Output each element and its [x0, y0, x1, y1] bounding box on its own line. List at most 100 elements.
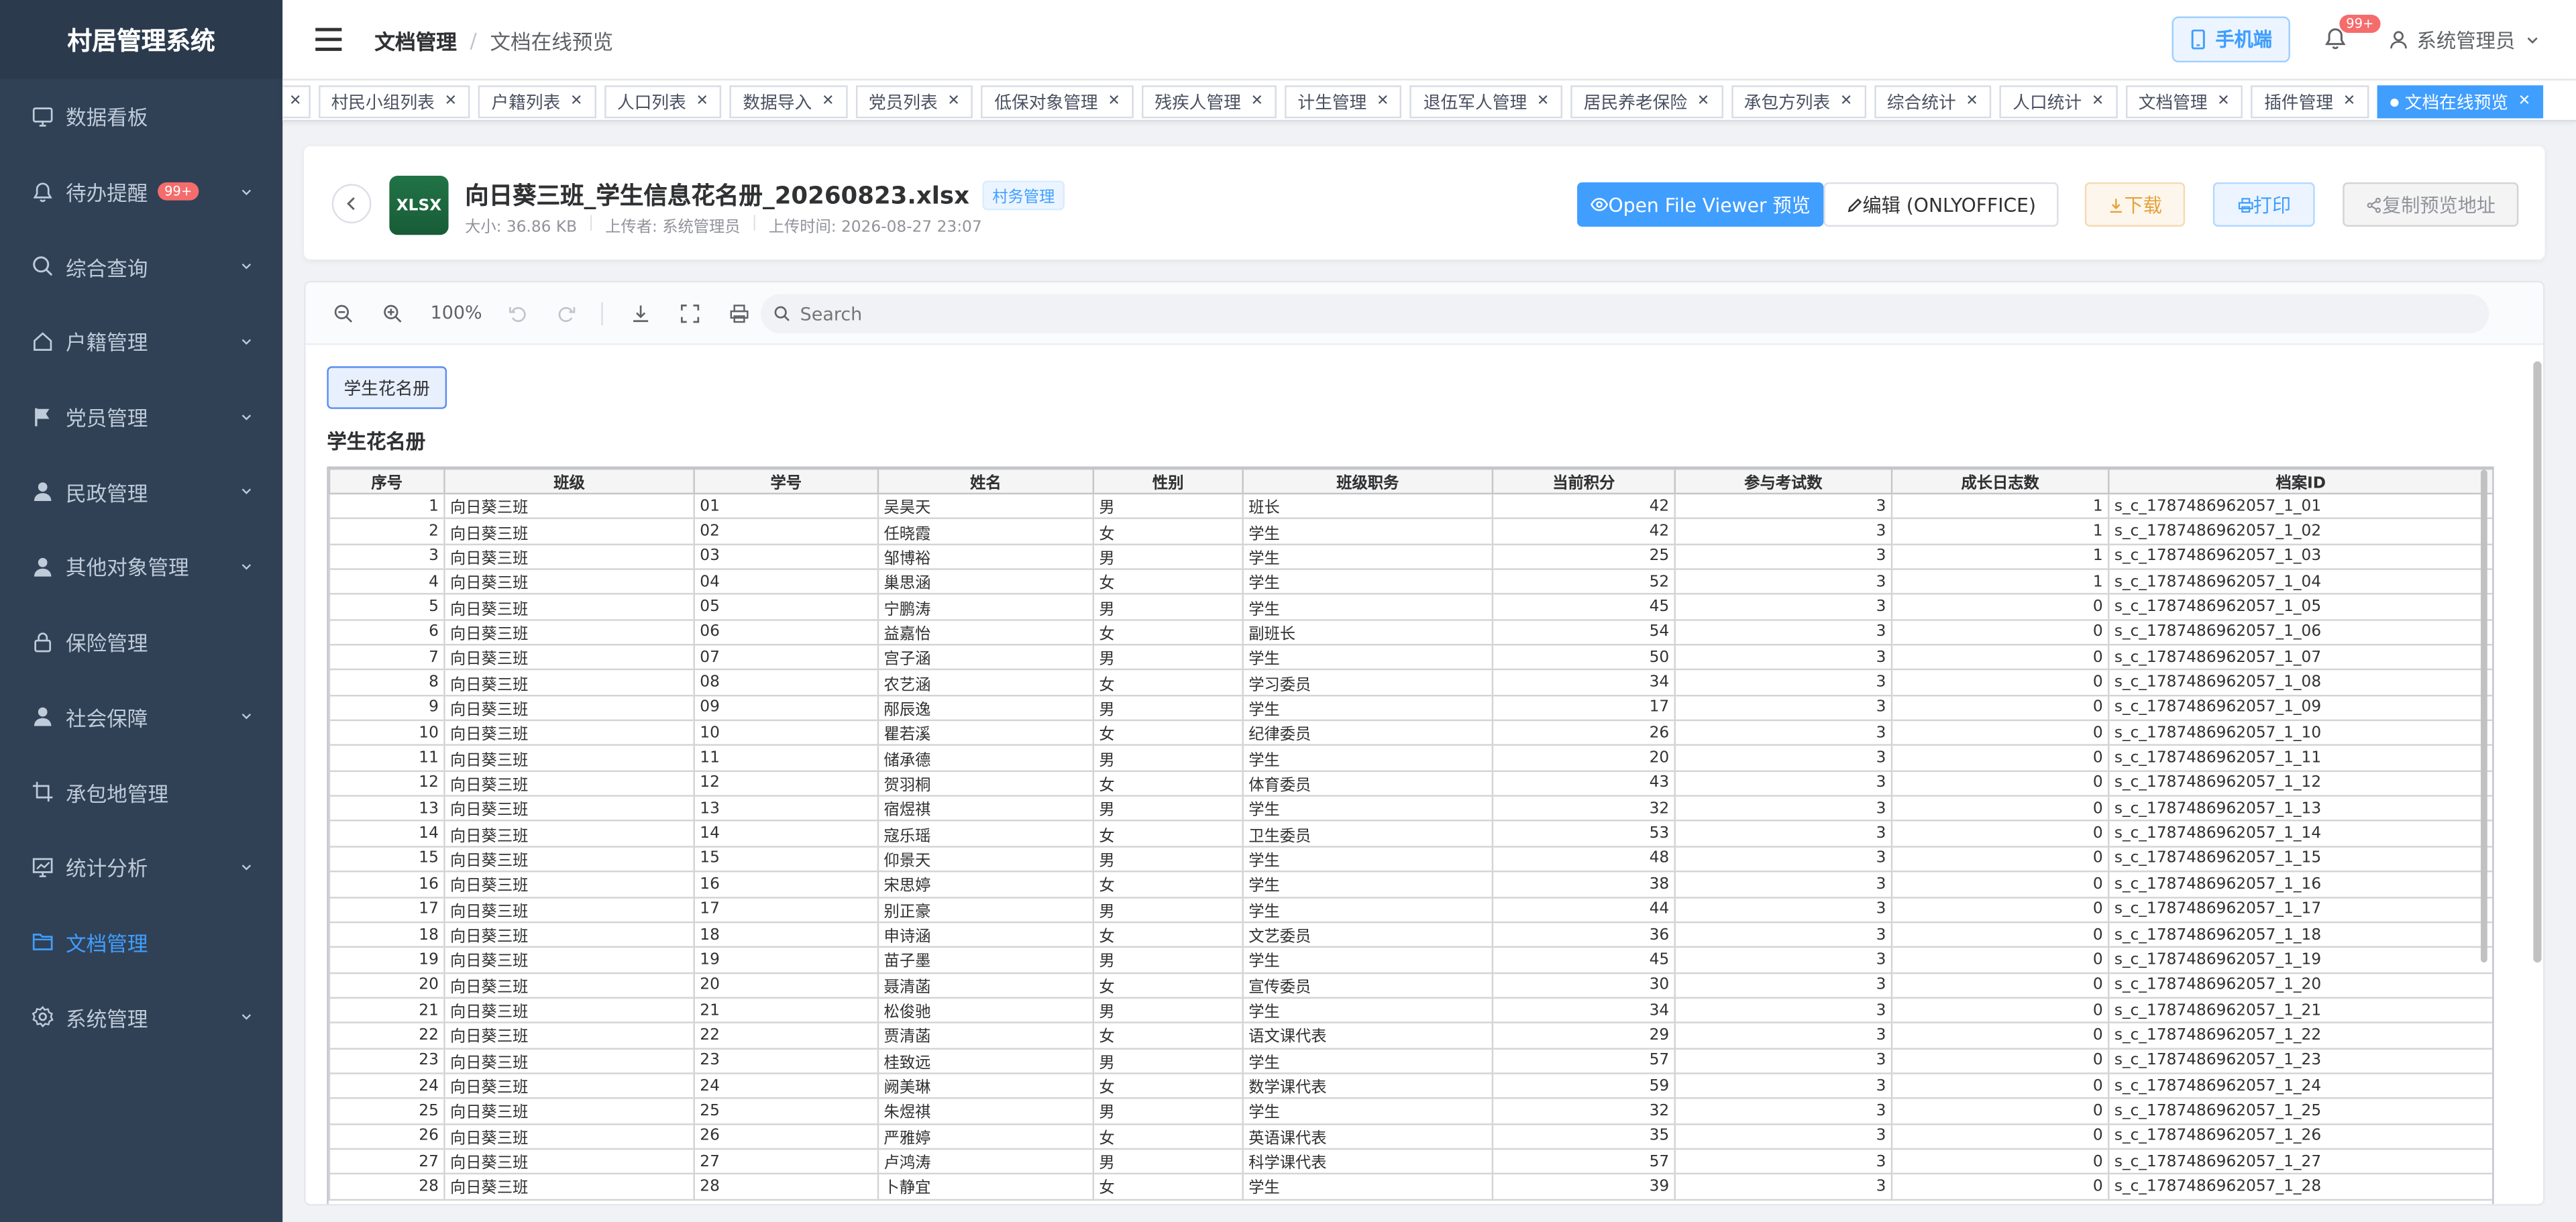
table-cell[interactable]: 39 [1491, 1173, 1676, 1201]
table-cell[interactable]: 邴辰逸 [877, 694, 1095, 722]
table-cell[interactable]: 学生 [1242, 644, 1494, 671]
table-cell[interactable]: 38 [1491, 871, 1676, 898]
table-cell[interactable]: 3 [1674, 1148, 1893, 1175]
table-row[interactable]: 25 向日葵三班 25 朱煜祺男学生 32 3 0 s_c_1787486962057_1_2… [328, 1097, 2493, 1125]
table-cell[interactable]: 0 [1890, 1021, 2110, 1049]
table-cell[interactable]: 45 [1491, 946, 1676, 974]
table-cell[interactable]: 女 [1092, 1021, 1244, 1049]
table-cell[interactable]: 1 [1890, 492, 2110, 520]
zoom-in-icon[interactable] [381, 301, 404, 324]
table-row[interactable]: 10 向日葵三班 10 瞿若溪女纪律委员 26 3 0 s_c_1787486962057_1… [328, 719, 2493, 746]
table-cell[interactable]: 男 [1092, 593, 1244, 621]
table-cell[interactable]: 5 [328, 593, 445, 621]
hamburger-icon[interactable] [315, 27, 342, 51]
table-cell[interactable]: 3 [1674, 1123, 1893, 1150]
table-cell[interactable]: 宣传委员 [1242, 971, 1494, 999]
table-cell[interactable]: s_c_1787486962057_1_15 [2108, 845, 2493, 873]
table-cell[interactable]: 女 [1092, 719, 1244, 746]
table-cell[interactable]: 男 [1092, 795, 1244, 822]
table-cell[interactable]: 学生 [1242, 997, 1494, 1024]
table-cell[interactable]: s_c_1787486962057_1_06 [2108, 618, 2493, 646]
table-cell[interactable]: 0 [1890, 644, 2110, 671]
table-cell[interactable]: 10 [328, 719, 445, 746]
table-cell[interactable]: s_c_1787486962057_1_17 [2108, 895, 2493, 923]
table-cell[interactable]: 向日葵三班 [443, 1148, 695, 1175]
table-cell[interactable]: 28 [328, 1173, 445, 1201]
table-cell[interactable]: 任晓霞 [877, 518, 1095, 545]
table-cell[interactable]: s_c_1787486962057_1_08 [2108, 669, 2493, 696]
table-row[interactable]: 20 向日葵三班 20 聂清菡女宣传委员 30 3 0 s_c_1787486962057_1… [328, 971, 2493, 999]
table-cell[interactable]: s_c_1787486962057_1_18 [2108, 921, 2493, 948]
user-menu[interactable]: 系统管理员 [2389, 25, 2540, 54]
table-cell[interactable]: 3 [1674, 795, 1893, 822]
table-cell[interactable]: 女 [1092, 1123, 1244, 1150]
table-cell[interactable]: s_c_1787486962057_1_04 [2108, 568, 2493, 596]
sidebar-item[interactable]: 待办提醒 99+ [0, 154, 282, 229]
table-cell[interactable]: 0 [1890, 795, 2110, 822]
table-cell[interactable]: 桂致远 [877, 1047, 1095, 1074]
column-header[interactable]: 姓名 [877, 467, 1095, 495]
table-cell[interactable]: 42 [1491, 518, 1676, 545]
table-cell[interactable]: 0 [1890, 770, 2110, 797]
table-cell[interactable]: 3 [1674, 719, 1893, 746]
tab-tag[interactable]: 插件管理 ✕ [2251, 85, 2369, 119]
table-cell[interactable]: s_c_1787486962057_1_27 [2108, 1148, 2493, 1175]
viewer-search[interactable] [760, 294, 2489, 334]
sidebar-item[interactable]: 系统管理 [0, 979, 282, 1054]
table-cell[interactable]: 0 [1890, 618, 2110, 646]
table-cell[interactable]: 向日葵三班 [443, 895, 695, 923]
table-cell[interactable]: s_c_1787486962057_1_14 [2108, 820, 2493, 848]
table-cell[interactable]: 男 [1092, 644, 1244, 671]
table-cell[interactable]: 向日葵三班 [443, 820, 695, 848]
table-cell[interactable]: s_c_1787486962057_1_01 [2108, 492, 2493, 520]
table-cell[interactable]: 17 [328, 895, 445, 923]
column-header[interactable]: 学号 [693, 467, 879, 495]
table-cell[interactable]: 0 [1890, 593, 2110, 621]
table-cell[interactable]: 53 [1491, 820, 1676, 848]
table-cell[interactable]: 7 [328, 644, 445, 671]
table-cell[interactable]: 25 [328, 1097, 445, 1125]
table-cell[interactable]: 女 [1092, 1072, 1244, 1100]
table-cell[interactable]: 26 [1491, 719, 1676, 746]
table-cell[interactable]: 向日葵三班 [443, 971, 695, 999]
print-button[interactable]: 打印 [2212, 182, 2315, 227]
table-cell[interactable]: 12 [328, 770, 445, 797]
table-cell[interactable]: 0 [1890, 1148, 2110, 1175]
table-cell[interactable]: 27 [328, 1148, 445, 1175]
table-cell[interactable]: 宁鹏涛 [877, 593, 1095, 621]
table-cell[interactable]: 44 [1491, 895, 1676, 923]
redo-icon[interactable] [555, 301, 578, 324]
table-cell[interactable]: 学生 [1242, 795, 1494, 822]
table-cell[interactable]: 副班长 [1242, 618, 1494, 646]
table-cell[interactable]: 农艺涵 [877, 669, 1095, 696]
table-cell[interactable]: 学生 [1242, 568, 1494, 596]
table-cell[interactable]: 学生 [1242, 1173, 1494, 1201]
table-cell[interactable]: 向日葵三班 [443, 593, 695, 621]
table-cell[interactable]: 3 [1674, 871, 1893, 898]
table-cell[interactable]: s_c_1787486962057_1_02 [2108, 518, 2493, 545]
table-cell[interactable]: 松俊驰 [877, 997, 1095, 1024]
close-icon[interactable]: ✕ [947, 94, 959, 110]
table-cell[interactable]: 体育委员 [1242, 770, 1494, 797]
close-icon[interactable]: ✕ [1377, 94, 1389, 110]
table-cell[interactable]: 苗子墨 [877, 946, 1095, 974]
table-cell[interactable]: 13 [328, 795, 445, 822]
table-row[interactable]: 6 向日葵三班 06 益嘉怡女副班长 54 3 0 s_c_1787486962057_1_0… [328, 618, 2493, 646]
table-cell[interactable]: 11 [693, 744, 879, 772]
table-cell[interactable]: s_c_1787486962057_1_26 [2108, 1123, 2493, 1150]
table-cell[interactable]: 瞿若溪 [877, 719, 1095, 746]
table-cell[interactable]: 向日葵三班 [443, 1047, 695, 1074]
table-cell[interactable]: 57 [1491, 1148, 1676, 1175]
table-cell[interactable]: 0 [1890, 1072, 2110, 1100]
table-row[interactable]: 11 向日葵三班 11 储承德男学生 20 3 0 s_c_1787486962057_1_1… [328, 744, 2493, 772]
table-row[interactable]: 13 向日葵三班 13 宿煜祺男学生 32 3 0 s_c_1787486962057_1_1… [328, 795, 2493, 822]
table-cell[interactable]: 女 [1092, 770, 1244, 797]
table-cell[interactable]: 3 [1674, 921, 1893, 948]
table-cell[interactable]: 聂清菡 [877, 971, 1095, 999]
table-cell[interactable]: 22 [693, 1021, 879, 1049]
table-cell[interactable]: 3 [1674, 593, 1893, 621]
table-cell[interactable]: 学生 [1242, 1047, 1494, 1074]
close-icon[interactable]: ✕ [2217, 94, 2229, 110]
table-cell[interactable]: 13 [693, 795, 879, 822]
table-row[interactable]: 1 向日葵三班 01 吴昊天男班长 42 3 1 s_c_1787486962057_1_01 [328, 492, 2493, 520]
